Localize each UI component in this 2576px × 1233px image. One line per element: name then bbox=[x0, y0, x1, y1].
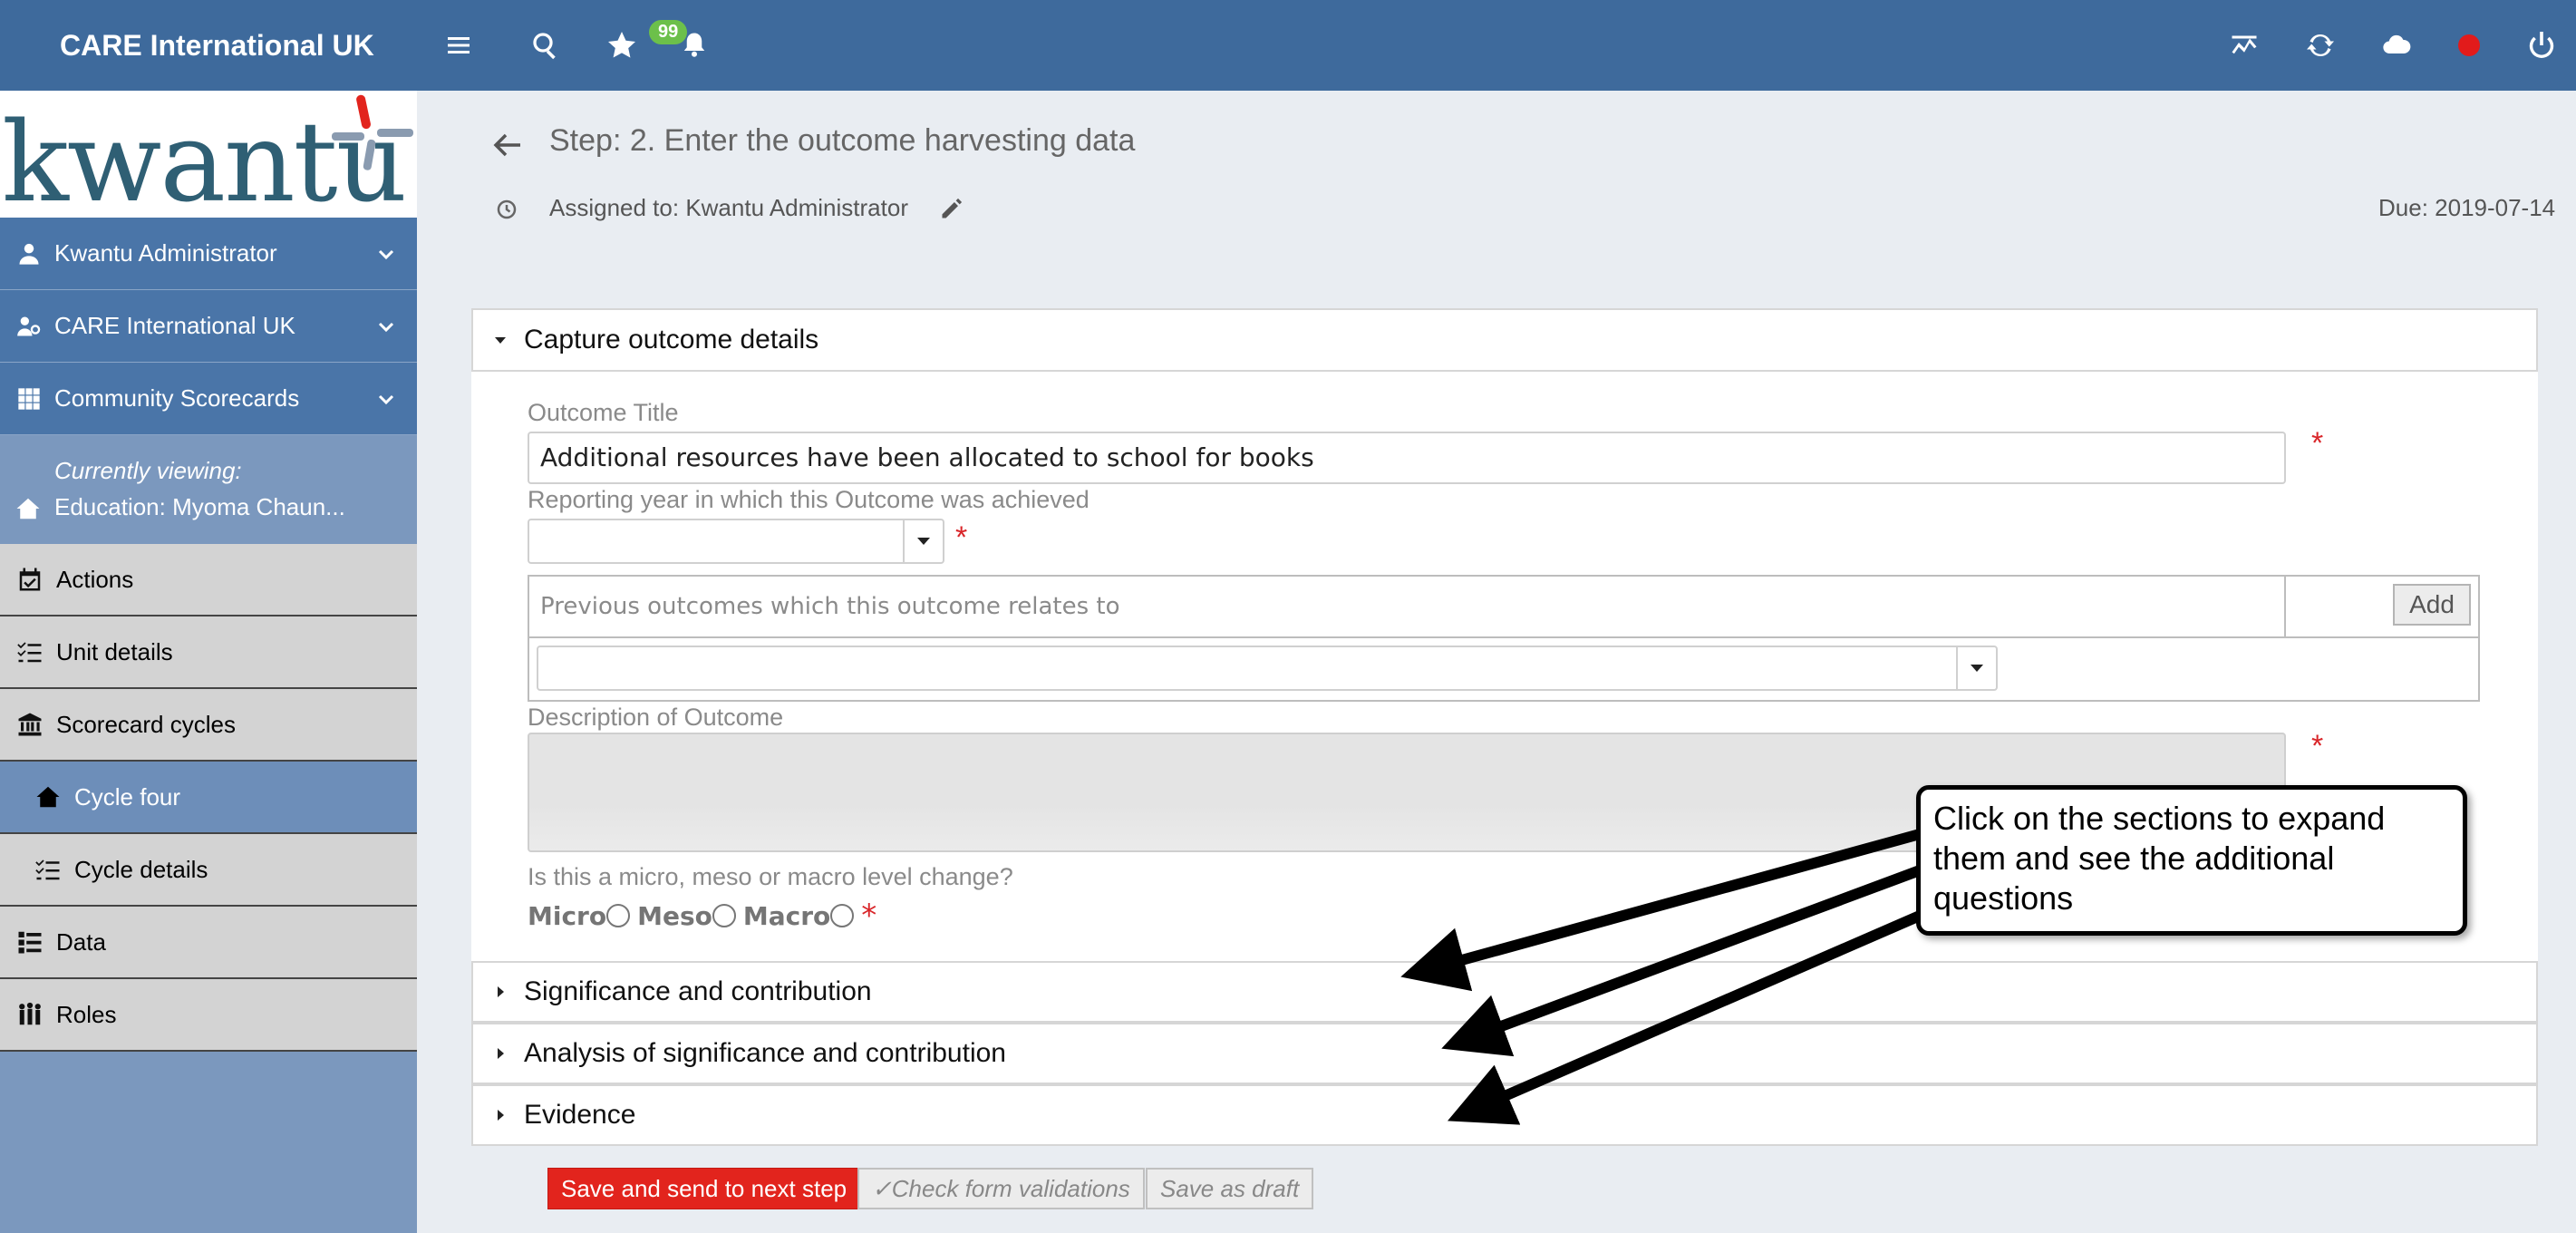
section-title: Capture outcome details bbox=[524, 325, 819, 354]
column-divider bbox=[2284, 577, 2286, 638]
users-cog-icon bbox=[16, 314, 42, 339]
search-icon[interactable] bbox=[528, 27, 564, 63]
kwantu-logo: kwantu bbox=[0, 91, 417, 218]
caret-right-icon bbox=[491, 983, 509, 1001]
home-icon bbox=[34, 783, 62, 811]
section-title: Analysis of significance and contributio… bbox=[524, 1038, 1006, 1068]
assigned-to: Assigned to: Kwantu Administrator bbox=[549, 194, 908, 221]
due-date: Due: 2019-07-14 bbox=[2378, 194, 2556, 221]
logo-mark-icon bbox=[332, 94, 413, 170]
section-evidence[interactable]: Evidence bbox=[471, 1084, 2538, 1146]
list-check-icon bbox=[34, 856, 62, 883]
sidebar-item-label: Data bbox=[56, 927, 106, 956]
level-radio-group: Micro Meso Macro * bbox=[528, 898, 876, 934]
sidebar-item-unit-details[interactable]: Unit details bbox=[0, 616, 417, 689]
chevron-down-icon bbox=[375, 316, 397, 337]
brand-title: CARE International UK bbox=[60, 29, 374, 62]
sidebar-item-roles[interactable]: Roles bbox=[0, 979, 417, 1052]
menu-icon[interactable] bbox=[441, 27, 477, 63]
add-button[interactable]: Add bbox=[2393, 584, 2471, 626]
sidebar-user-label: Kwantu Administrator bbox=[54, 239, 277, 267]
viewing-caption: Currently viewing: bbox=[54, 457, 242, 484]
radio-label-micro: Micro bbox=[528, 900, 607, 931]
power-icon[interactable] bbox=[2523, 27, 2560, 63]
history-icon[interactable] bbox=[495, 198, 518, 221]
section-title: Evidence bbox=[524, 1100, 636, 1130]
radio-label-macro: Macro bbox=[742, 900, 831, 931]
list-icon bbox=[16, 928, 44, 956]
reporting-year-select[interactable] bbox=[528, 519, 944, 564]
sidebar-item-cycle-four[interactable]: Cycle four bbox=[0, 762, 417, 834]
caret-right-icon bbox=[491, 1106, 509, 1124]
sidebar-org-label: CARE International UK bbox=[54, 312, 295, 339]
outcome-title-input[interactable]: Additional resources have been allocated… bbox=[528, 432, 2286, 484]
required-mark: * bbox=[2311, 426, 2324, 461]
section-analysis[interactable]: Analysis of significance and contributio… bbox=[471, 1023, 2538, 1084]
required-mark: * bbox=[2311, 729, 2324, 763]
radio-meso[interactable] bbox=[712, 904, 736, 927]
sidebar-item-cycle-details[interactable]: Cycle details bbox=[0, 834, 417, 907]
sidebar-item-label: Cycle four bbox=[74, 782, 181, 811]
sidebar-item-scorecard-cycles[interactable]: Scorecard cycles bbox=[0, 689, 417, 762]
chevron-down-icon bbox=[375, 388, 397, 410]
sidebar-item-label: Cycle details bbox=[74, 855, 208, 883]
top-bar: CARE International UK 99 bbox=[0, 0, 2576, 91]
sidebar-item-label: Roles bbox=[56, 1000, 117, 1028]
level-change-label: Is this a micro, meso or macro level cha… bbox=[528, 863, 1013, 890]
sidebar-item-actions[interactable]: Actions bbox=[0, 544, 417, 616]
back-arrow-icon[interactable] bbox=[489, 127, 526, 163]
sidebar-item-label: Scorecard cycles bbox=[56, 710, 236, 738]
list-check-icon bbox=[16, 638, 44, 665]
radio-label-meso: Meso bbox=[637, 900, 712, 931]
previous-outcome-select[interactable] bbox=[537, 646, 1998, 691]
chevron-down-icon bbox=[375, 243, 397, 265]
user-icon bbox=[16, 241, 42, 267]
sidebar-item-label: Unit details bbox=[56, 637, 173, 665]
previous-outcomes-table: Previous outcomes which this outcome rel… bbox=[528, 575, 2480, 702]
previous-outcomes-label: Previous outcomes which this outcome rel… bbox=[540, 593, 1120, 620]
home-icon bbox=[15, 495, 42, 522]
section-significance[interactable]: Significance and contribution bbox=[471, 961, 2538, 1023]
outcome-title-label: Outcome Title bbox=[528, 399, 679, 426]
save-next-button[interactable]: Save and send to next step bbox=[547, 1168, 861, 1209]
previous-outcomes-header: Previous outcomes which this outcome rel… bbox=[529, 577, 2478, 638]
instruction-callout: Click on the sections to expand them and… bbox=[1916, 785, 2467, 936]
sidebar-app[interactable]: Community Scorecards bbox=[0, 363, 417, 435]
caret-down-icon bbox=[491, 331, 509, 349]
dropdown-arrow-icon bbox=[903, 520, 943, 562]
required-mark: * bbox=[955, 520, 968, 555]
dropdown-arrow-icon bbox=[1956, 647, 1996, 689]
sidebar-item-label: Actions bbox=[56, 565, 134, 593]
sync-icon[interactable] bbox=[2302, 27, 2339, 63]
section-capture-outcome[interactable]: Capture outcome details bbox=[471, 308, 2538, 372]
chart-icon[interactable] bbox=[2226, 27, 2262, 63]
sidebar-user[interactable]: Kwantu Administrator bbox=[0, 218, 417, 290]
sidebar-item-data[interactable]: Data bbox=[0, 907, 417, 979]
caret-right-icon bbox=[491, 1044, 509, 1063]
cloud-icon[interactable] bbox=[2378, 27, 2415, 63]
record-icon[interactable] bbox=[2458, 34, 2480, 56]
sidebar-app-label: Community Scorecards bbox=[54, 384, 300, 412]
check-validations-button[interactable]: ✓Check form validations bbox=[857, 1168, 1145, 1209]
viewing-value: Education: Myoma Chaun... bbox=[54, 493, 345, 520]
sidebar-org[interactable]: CARE International UK bbox=[0, 290, 417, 363]
section-title: Significance and contribution bbox=[524, 976, 872, 1006]
radio-micro[interactable] bbox=[606, 904, 631, 927]
grid-icon bbox=[16, 386, 42, 412]
people-icon bbox=[16, 1001, 44, 1028]
description-label: Description of Outcome bbox=[528, 704, 784, 731]
currently-viewing[interactable]: Currently viewing: Education: Myoma Chau… bbox=[0, 435, 417, 544]
radio-macro[interactable] bbox=[830, 904, 855, 927]
calendar-check-icon bbox=[16, 566, 44, 593]
notification-badge: 99 bbox=[649, 20, 688, 44]
reporting-year-label: Reporting year in which this Outcome was… bbox=[528, 486, 1089, 513]
step-title: Step: 2. Enter the outcome harvesting da… bbox=[549, 123, 1136, 158]
star-icon[interactable] bbox=[604, 27, 640, 63]
pencil-icon[interactable] bbox=[939, 196, 964, 221]
save-draft-button[interactable]: Save as draft bbox=[1146, 1168, 1314, 1209]
required-mark: * bbox=[861, 898, 877, 934]
sidebar: kwantu Kwantu Administrator CARE Interna… bbox=[0, 91, 417, 1233]
building-icon bbox=[16, 711, 44, 738]
